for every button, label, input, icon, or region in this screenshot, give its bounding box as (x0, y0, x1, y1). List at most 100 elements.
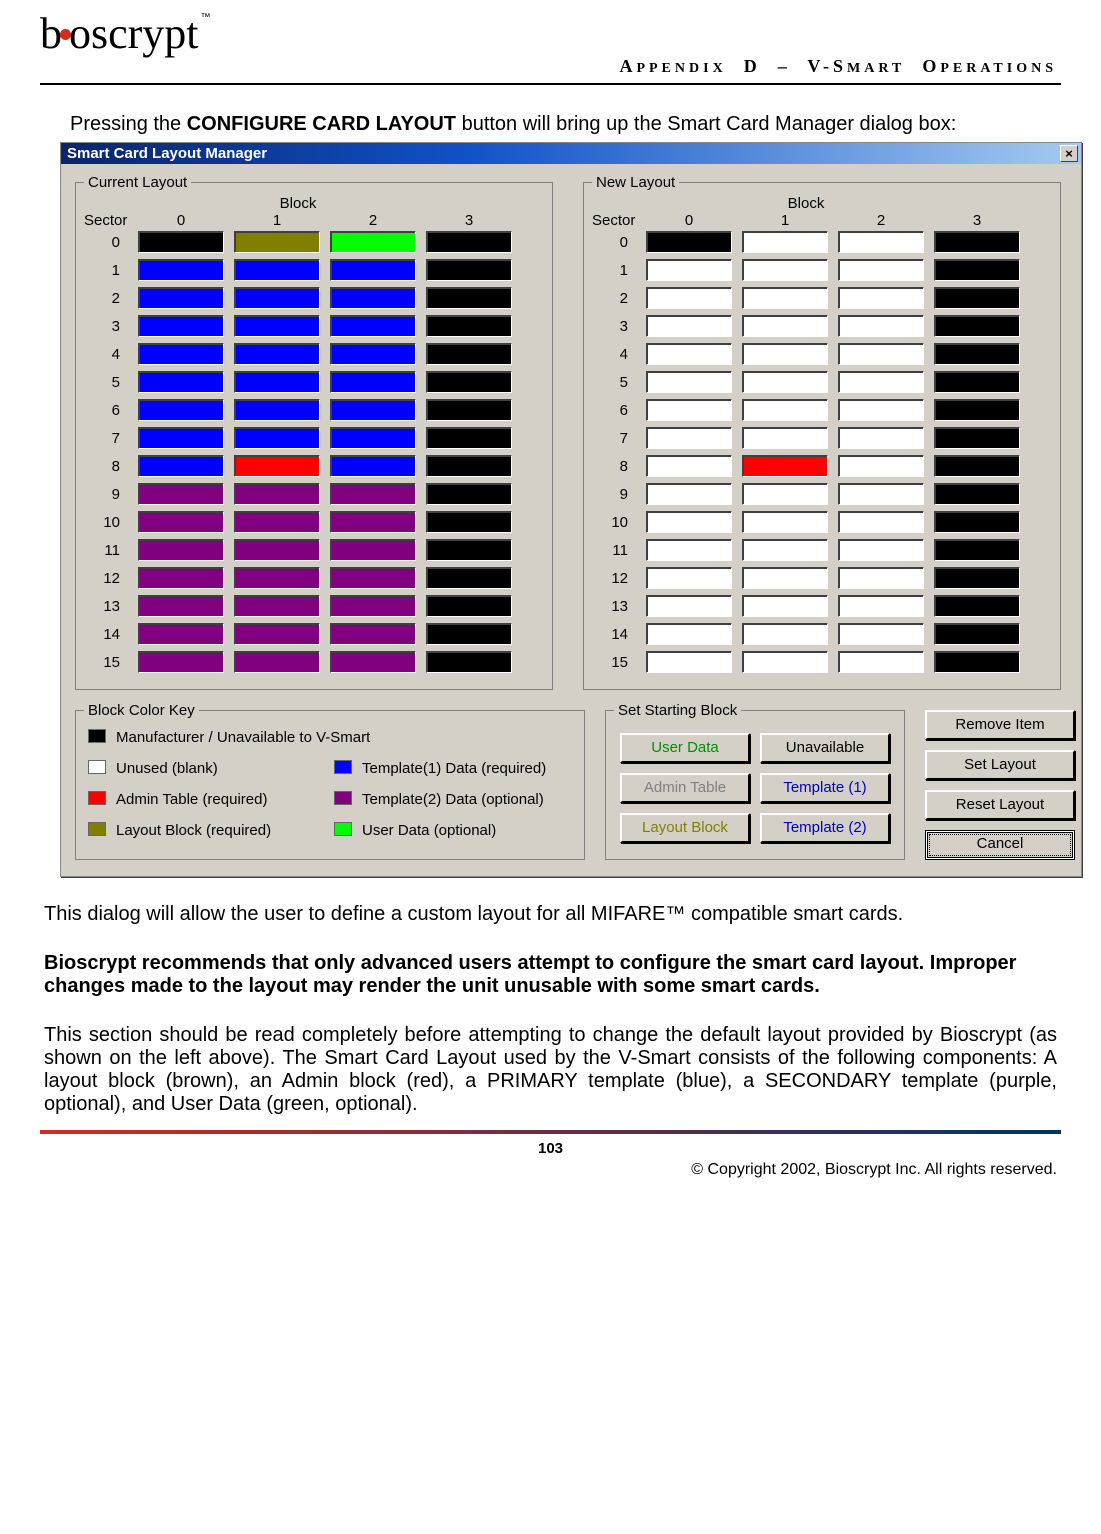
block-cell[interactable] (934, 511, 1020, 533)
remove-item-button[interactable]: Remove Item (925, 710, 1075, 740)
block-cell[interactable] (742, 399, 828, 421)
block-cell[interactable] (646, 539, 732, 561)
layout-block-button[interactable]: Layout Block (620, 813, 750, 843)
block-cell[interactable] (742, 259, 828, 281)
block-cell (234, 511, 320, 533)
block-cell[interactable] (934, 259, 1020, 281)
block-cell[interactable] (646, 511, 732, 533)
block-cell[interactable] (742, 539, 828, 561)
block-cell (234, 427, 320, 449)
key-template1: Template(1) Data (required) (362, 760, 572, 777)
block-cell[interactable] (646, 623, 732, 645)
block-cell[interactable] (646, 651, 732, 673)
block-cell[interactable] (838, 511, 924, 533)
block-cell (426, 483, 512, 505)
block-cell[interactable] (742, 427, 828, 449)
block-cell[interactable] (838, 595, 924, 617)
ap-sep: – (778, 56, 791, 76)
template2-button[interactable]: Template (2) (760, 813, 890, 843)
block-cell (234, 287, 320, 309)
block-cell[interactable] (742, 595, 828, 617)
block-cell[interactable] (838, 287, 924, 309)
block-cell[interactable] (742, 511, 828, 533)
block-cell[interactable] (838, 567, 924, 589)
block-cell (330, 371, 416, 393)
block-cell[interactable] (934, 483, 1020, 505)
block-cell[interactable] (646, 427, 732, 449)
block-cell[interactable] (646, 567, 732, 589)
block-cell[interactable] (742, 651, 828, 673)
block-cell[interactable] (742, 567, 828, 589)
close-icon[interactable]: × (1060, 145, 1078, 162)
block-cell[interactable] (838, 315, 924, 337)
block-cell[interactable] (646, 455, 732, 477)
block-cell[interactable] (742, 231, 828, 253)
reset-layout-button[interactable]: Reset Layout (925, 790, 1075, 820)
block-cell[interactable] (646, 399, 732, 421)
block-cell (426, 259, 512, 281)
block-cell[interactable] (934, 623, 1020, 645)
block-cell[interactable] (934, 455, 1020, 477)
block-cell[interactable] (838, 651, 924, 673)
block-cell[interactable] (742, 455, 828, 477)
block-cell (426, 343, 512, 365)
dialog-titlebar: Smart Card Layout Manager × (61, 143, 1081, 164)
block-cell (234, 595, 320, 617)
block-cell[interactable] (742, 623, 828, 645)
block-cell[interactable] (838, 259, 924, 281)
admin-table-button[interactable]: Admin Table (620, 773, 750, 803)
row-label: 6 (592, 402, 636, 419)
block-cell (234, 623, 320, 645)
row-label: 4 (84, 346, 128, 363)
user-data-button[interactable]: User Data (620, 733, 750, 763)
block-cell (330, 455, 416, 477)
block-cell[interactable] (646, 371, 732, 393)
block-cell (138, 231, 224, 253)
block-cell[interactable] (838, 343, 924, 365)
block-cell[interactable] (934, 371, 1020, 393)
block-cell[interactable] (646, 483, 732, 505)
row-label: 0 (84, 234, 128, 251)
block-cell[interactable] (742, 287, 828, 309)
block-cell[interactable] (838, 371, 924, 393)
block-cell[interactable] (838, 427, 924, 449)
template1-button[interactable]: Template (1) (760, 773, 890, 803)
block-cell[interactable] (934, 231, 1020, 253)
block-cell[interactable] (934, 343, 1020, 365)
block-cell[interactable] (838, 539, 924, 561)
block-cell[interactable] (646, 259, 732, 281)
block-cell[interactable] (742, 371, 828, 393)
set-layout-button[interactable]: Set Layout (925, 750, 1075, 780)
block-cell[interactable] (838, 483, 924, 505)
cancel-button[interactable]: Cancel (925, 830, 1075, 860)
block-cell[interactable] (646, 595, 732, 617)
block-cell[interactable] (742, 315, 828, 337)
block-cell (330, 231, 416, 253)
block-cell[interactable] (934, 427, 1020, 449)
block-cell[interactable] (934, 315, 1020, 337)
swatch-red (88, 791, 106, 805)
block-cell[interactable] (646, 315, 732, 337)
block-cell (234, 483, 320, 505)
block-cell[interactable] (838, 231, 924, 253)
block-cell[interactable] (646, 231, 732, 253)
block-cell[interactable] (742, 343, 828, 365)
block-label-new: Block (592, 195, 1020, 212)
block-cell[interactable] (646, 343, 732, 365)
block-cell[interactable] (646, 287, 732, 309)
block-cell[interactable] (934, 539, 1020, 561)
block-cell[interactable] (934, 595, 1020, 617)
block-cell[interactable] (838, 455, 924, 477)
unavailable-button[interactable]: Unavailable (760, 733, 890, 763)
block-cell[interactable] (934, 399, 1020, 421)
block-cell[interactable] (838, 623, 924, 645)
block-cell (234, 455, 320, 477)
block-cell[interactable] (742, 483, 828, 505)
block-cell[interactable] (934, 287, 1020, 309)
block-cell (330, 259, 416, 281)
block-cell (138, 455, 224, 477)
ap-v: V-S (807, 56, 847, 76)
block-cell[interactable] (838, 399, 924, 421)
block-cell[interactable] (934, 567, 1020, 589)
block-cell[interactable] (934, 651, 1020, 673)
